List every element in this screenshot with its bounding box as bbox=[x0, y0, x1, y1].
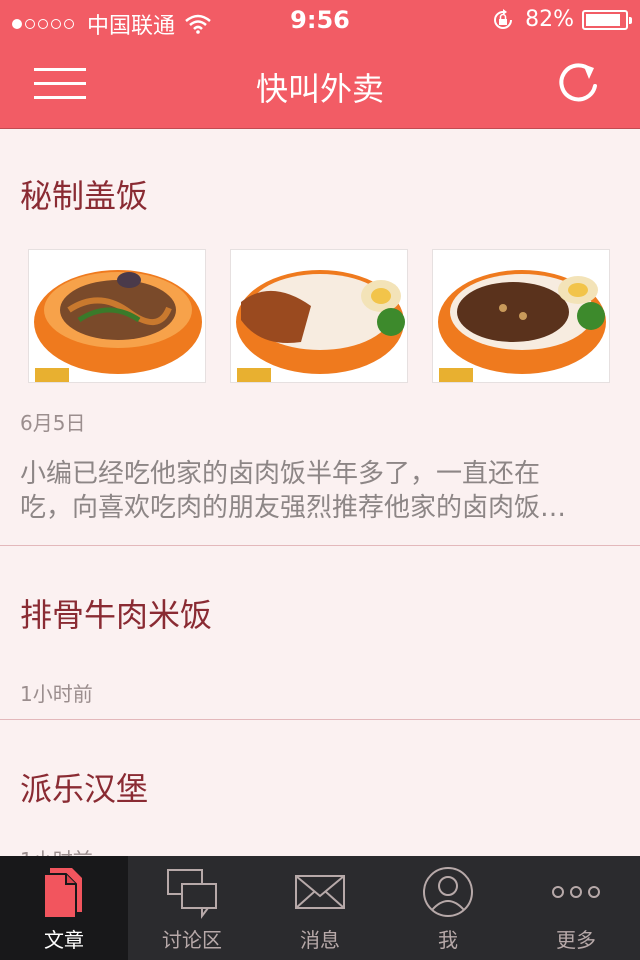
status-bar: 中国联通 9:56 82% bbox=[0, 0, 640, 40]
tab-bar: 文章 讨论区 消息 我 更多 bbox=[0, 856, 640, 960]
tab-label: 我 bbox=[438, 928, 458, 952]
article-title: 派乐汉堡 bbox=[20, 770, 149, 808]
tab-discussion[interactable]: 讨论区 bbox=[128, 856, 256, 960]
envelope-icon bbox=[295, 875, 345, 909]
article-title: 排骨牛肉米饭 bbox=[20, 596, 213, 634]
tab-label: 讨论区 bbox=[162, 928, 222, 952]
tab-messages[interactable]: 消息 bbox=[256, 856, 384, 960]
tab-more[interactable]: 更多 bbox=[512, 856, 640, 960]
article-list: 秘制盖饭 6月5日 小编已经吃他家的卤肉饭半年多了，一直还在 吃，向喜欢吃肉的朋… bbox=[0, 129, 640, 920]
document-icon bbox=[43, 868, 82, 919]
article-summary-line: 小编已经吃他家的卤肉饭半年多了，一直还在 bbox=[20, 459, 541, 489]
article-date: 6月5日 bbox=[20, 411, 86, 435]
rotation-lock-icon bbox=[494, 8, 513, 29]
tab-articles[interactable]: 文章 bbox=[0, 856, 128, 960]
tab-label: 消息 bbox=[300, 928, 340, 952]
article-item[interactable]: 排骨牛肉米饭 1小时前 bbox=[0, 546, 640, 720]
chat-bubbles-icon bbox=[167, 869, 217, 919]
tab-me[interactable]: 我 bbox=[384, 856, 512, 960]
article-summary-line: 吃，向喜欢吃肉的朋友强烈推荐他家的卤肉饭… bbox=[20, 493, 567, 523]
food-photo[interactable] bbox=[28, 249, 206, 383]
refresh-icon[interactable] bbox=[554, 58, 602, 108]
article-date: 1小时前 bbox=[20, 682, 93, 706]
battery-percentage: 82% bbox=[525, 7, 574, 32]
more-dots-icon bbox=[552, 886, 600, 898]
article-thumbnails bbox=[28, 249, 634, 383]
tab-label: 文章 bbox=[44, 928, 84, 952]
article-item[interactable]: 秘制盖饭 6月5日 小编已经吃他家的卤肉饭半年多了，一直还在 吃，向喜欢吃肉的朋… bbox=[0, 129, 640, 546]
page-title: 快叫外卖 bbox=[255, 70, 384, 108]
person-icon bbox=[423, 867, 473, 917]
food-photo[interactable] bbox=[432, 249, 610, 383]
tab-label: 更多 bbox=[556, 928, 596, 952]
nav-bar: 快叫外卖 bbox=[0, 40, 640, 129]
article-summary: 小编已经吃他家的卤肉饭半年多了，一直还在 吃，向喜欢吃肉的朋友强烈推荐他家的卤肉… bbox=[0, 457, 640, 525]
food-photo[interactable] bbox=[230, 249, 408, 383]
article-title: 秘制盖饭 bbox=[20, 177, 149, 215]
battery-icon bbox=[582, 9, 632, 30]
